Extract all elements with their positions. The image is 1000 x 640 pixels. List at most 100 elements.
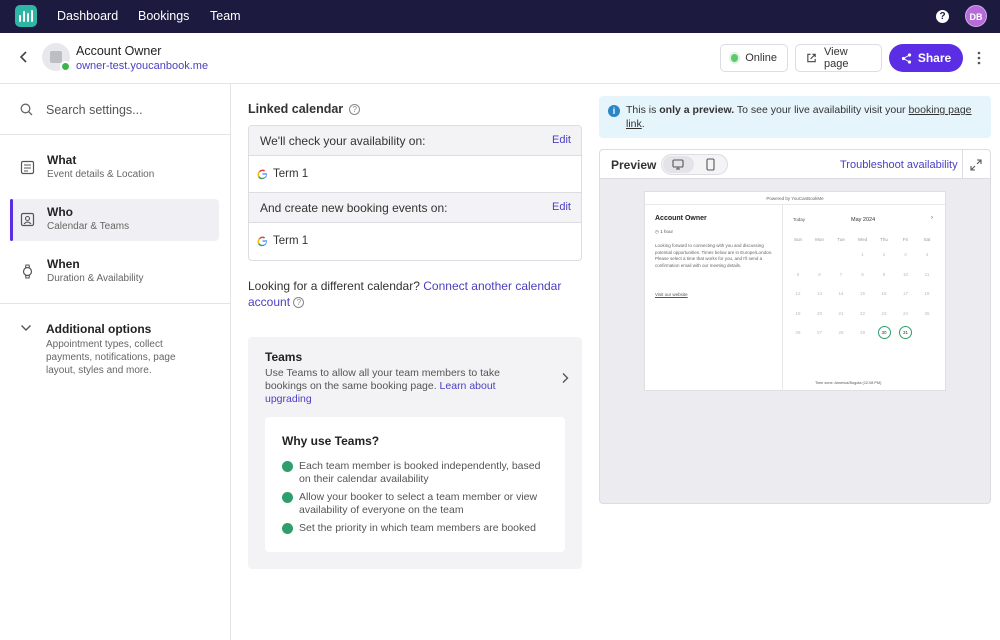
chevron-down-icon	[21, 325, 31, 331]
header-divider	[962, 150, 963, 179]
calendar-day: 20	[816, 310, 822, 316]
online-dot-icon	[731, 54, 739, 62]
calendar-day: 11	[924, 271, 930, 277]
create-calendar-name: Term 1	[273, 235, 309, 247]
view-page-button[interactable]: View page	[795, 44, 882, 72]
more-options-icon[interactable]	[977, 51, 981, 65]
next-month-icon[interactable]: ›	[931, 215, 933, 221]
chevron-right-icon[interactable]	[561, 372, 569, 384]
help-icon[interactable]: ?	[293, 297, 305, 309]
desktop-icon[interactable]	[672, 159, 684, 170]
preview-panel: Preview Troubleshoot availability Powere…	[599, 149, 991, 504]
calendar-day: 23	[881, 310, 887, 316]
google-icon	[257, 169, 268, 180]
available-day[interactable]: 30	[874, 330, 894, 335]
sidebar-item-title: Who	[47, 205, 73, 219]
weekday-label: Mon	[815, 237, 824, 242]
calendar-day: 1	[861, 252, 864, 257]
available-day[interactable]: 31	[896, 330, 916, 335]
mobile-icon[interactable]	[706, 158, 715, 171]
nav-dashboard[interactable]: Dashboard	[57, 9, 118, 23]
weekday-label: Wed	[857, 237, 868, 242]
preview-timezone: Time zone: America/Bogota (12:08 PM)	[815, 381, 882, 385]
weekday-label: Fri	[902, 237, 909, 242]
active-indicator	[10, 199, 13, 241]
additional-options-title: Additional options	[46, 322, 152, 336]
booking-page-preview: Powered by YouCanBookMe Account Owner ◷ …	[644, 191, 946, 391]
search-settings-input[interactable]	[46, 100, 216, 120]
nav-bookings[interactable]: Bookings	[138, 9, 189, 23]
share-icon	[901, 52, 911, 64]
why-item: Each team member is booked independently…	[282, 460, 552, 486]
page-header: Account Owner owner-test.youcanbook.me O…	[0, 33, 1000, 84]
visit-website-link[interactable]: Visit our website	[655, 292, 688, 297]
calendar-day: 3	[904, 252, 907, 257]
check-calendar-name: Term 1	[273, 168, 309, 180]
app-logo-icon[interactable]	[15, 5, 37, 27]
check-availability-header: We'll check your availability on: Edit	[249, 126, 581, 156]
preview-description: Looking forward to connecting with you a…	[655, 243, 773, 268]
calendar-day: 10	[902, 271, 908, 277]
check-calendar-row: Term 1	[249, 156, 581, 193]
sidebar-item-subtitle: Event details & Location	[47, 169, 155, 180]
online-label: Online	[745, 52, 777, 64]
check-availability-label: We'll check your availability on:	[260, 134, 426, 148]
preview-duration: ◷ 1 hour	[655, 229, 673, 234]
calendar-day: 27	[816, 330, 822, 335]
calendar-day: 12	[795, 291, 801, 296]
sidebar-item-what[interactable]: What Event details & Location	[10, 147, 219, 189]
watch-icon	[22, 264, 33, 279]
duration-text: 1 hour	[660, 229, 673, 234]
check-circle-icon	[282, 461, 293, 472]
share-label: Share	[917, 51, 952, 65]
user-avatar[interactable]: DB	[965, 5, 987, 27]
edit-create-calendar-link[interactable]: Edit	[552, 201, 571, 213]
edit-check-calendar-link[interactable]: Edit	[552, 134, 571, 146]
calendar-day: 18	[924, 291, 930, 296]
troubleshoot-availability-link[interactable]: Troubleshoot availability	[840, 159, 958, 171]
info-icon: i	[608, 105, 620, 117]
preview-month: May 2024	[851, 217, 876, 223]
sidebar-item-title: What	[47, 153, 77, 167]
account-url-link[interactable]: owner-test.youcanbook.me	[76, 60, 208, 72]
settings-sidebar: What Event details & Location Who Calend…	[0, 84, 231, 640]
calendar-day: 21	[838, 310, 844, 316]
weekday-label: Sat	[923, 237, 931, 242]
why-item: Set the priority in which team members a…	[282, 522, 552, 535]
sidebar-item-who[interactable]: Who Calendar & Teams	[10, 199, 219, 241]
help-icon[interactable]: ?	[936, 10, 949, 23]
google-icon	[257, 236, 268, 247]
nav-team[interactable]: Team	[210, 9, 241, 23]
back-arrow-icon[interactable]	[16, 49, 30, 65]
help-icon[interactable]: ?	[349, 103, 361, 115]
share-button[interactable]: Share	[889, 44, 963, 72]
weekday-label: Tue	[837, 237, 845, 242]
calendar-day: 19	[795, 310, 801, 316]
calendar-day: 9	[882, 271, 886, 277]
teams-description: Use Teams to allow all your team members…	[265, 367, 515, 406]
calendar-day: 8	[861, 271, 864, 277]
sidebar-item-title: When	[47, 257, 80, 271]
additional-options-subtitle: Appointment types, collect payments, not…	[46, 339, 176, 376]
teams-card[interactable]: Teams Use Teams to allow all your team m…	[248, 337, 582, 569]
document-icon	[20, 160, 35, 175]
sidebar-item-when[interactable]: When Duration & Availability	[10, 251, 219, 293]
calendar-day: 17	[902, 291, 908, 296]
account-avatar	[42, 43, 71, 72]
search-row	[0, 84, 231, 135]
different-calendar-text: Looking for a different calendar? Connec…	[248, 278, 578, 310]
why-item: Allow your booker to select a team membe…	[282, 491, 552, 517]
online-status-button[interactable]: Online	[720, 44, 788, 72]
view-page-label: View page	[824, 46, 849, 70]
sidebar-item-subtitle: Duration & Availability	[47, 273, 144, 284]
calendar-day: 25	[924, 310, 930, 316]
why-teams-title: Why use Teams?	[282, 434, 380, 448]
why-teams-box: Why use Teams? Each team member is booke…	[265, 417, 565, 552]
preview-notice: i This is only a preview. To see your li…	[599, 96, 991, 138]
calendar-day: 4	[925, 252, 929, 257]
user-card-icon	[20, 212, 35, 227]
expand-icon[interactable]	[970, 159, 982, 171]
preview-label: Preview	[611, 158, 657, 172]
today-button[interactable]: Today	[793, 217, 805, 222]
powered-by-label: Powered by YouCanBookMe	[645, 192, 945, 205]
